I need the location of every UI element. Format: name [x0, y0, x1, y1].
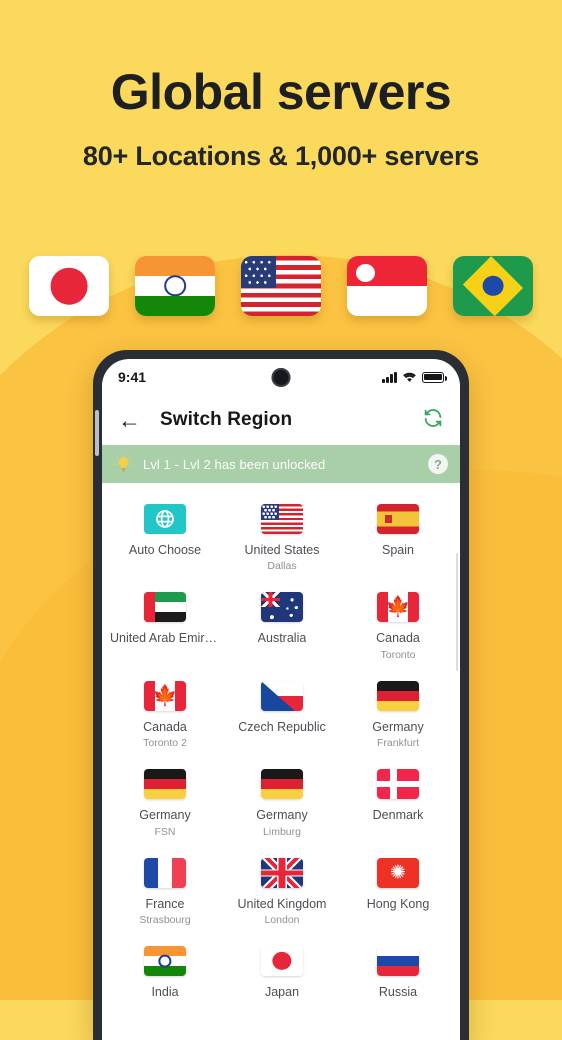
singapore-flag-icon [347, 256, 427, 316]
region-name: Japan [264, 984, 300, 999]
signal-bars-icon [382, 371, 397, 383]
japan-flag-icon [29, 256, 109, 316]
back-arrow-icon[interactable]: ← [118, 408, 148, 432]
brazil-flag-icon [453, 256, 533, 316]
region-item[interactable]: 🍁 Canada Toronto 2 [106, 672, 224, 760]
region-city: London [264, 913, 300, 926]
region-item[interactable]: 🍁 Canada Toronto [340, 583, 456, 671]
united-arab-emira--flag-icon [144, 592, 186, 623]
wifi-icon [403, 372, 416, 382]
region-name: Germany [256, 808, 308, 823]
united-states-flag-icon [261, 504, 303, 534]
region-item[interactable]: Germany Limburg [224, 760, 340, 848]
scrollbar[interactable] [455, 553, 458, 671]
region-city: Dallas [267, 560, 297, 573]
region-item[interactable]: India [106, 937, 224, 1025]
battery-full-icon [422, 371, 447, 383]
region-item[interactable]: Denmark [340, 760, 456, 848]
region-name: United Arab Emira… [110, 631, 220, 646]
app-bar: ← Switch Region [102, 395, 460, 445]
region-item[interactable]: Australia [224, 583, 340, 671]
united-kingdom-flag-icon [261, 857, 303, 888]
united-states-flag-icon [241, 256, 321, 316]
region-name: Hong Kong [366, 896, 430, 911]
region-name: United Kingdom [237, 896, 327, 911]
region-name: Canada [376, 631, 420, 646]
region-name: India [151, 984, 179, 999]
region-item[interactable]: Czech Republic [224, 672, 340, 760]
region-item[interactable]: Germany Frankfurt [340, 672, 456, 760]
region-city: Toronto [380, 648, 416, 661]
region-name: Czech Republic [238, 719, 326, 734]
status-indicators [382, 371, 447, 383]
help-icon[interactable]: ? [428, 454, 448, 474]
region-item[interactable]: Spain [340, 495, 456, 583]
front-camera-icon [271, 368, 291, 387]
denmark-flag-icon [377, 769, 419, 800]
france-flag-icon [144, 857, 186, 888]
czech-republic-flag-icon [261, 680, 303, 711]
region-name: Russia [378, 984, 418, 999]
region-city: Frankfurt [376, 737, 419, 750]
lightbulb-icon [114, 454, 133, 472]
region-item[interactable]: United Kingdom London [224, 849, 340, 937]
spain-flag-icon [377, 504, 419, 534]
region-name: Germany [372, 719, 424, 734]
status-bar: 9:41 [102, 359, 460, 395]
region-name: Spain [382, 543, 414, 557]
canada-flag-icon: 🍁 [144, 680, 186, 711]
status-time: 9:41 [118, 369, 147, 385]
page-subtitle: 80+ Locations & 1,000+ servers [82, 140, 480, 171]
region-name: France [145, 896, 185, 911]
hero-section: Global servers 80+ Locations & 1,000+ se… [0, 0, 562, 172]
japan-flag-icon [261, 945, 303, 976]
hero-flag-india [135, 256, 215, 316]
region-item[interactable]: Germany FSN [106, 760, 224, 848]
canada-flag-icon: 🍁 [377, 592, 419, 623]
region-item[interactable]: Auto Choose [106, 495, 224, 583]
region-name: Auto Choose [128, 543, 202, 557]
refresh-icon[interactable] [422, 407, 444, 434]
region-city: Strasbourg [139, 913, 191, 926]
region-city: Toronto 2 [143, 737, 187, 750]
region-item[interactable]: ✺ Hong Kong [340, 849, 456, 937]
region-name: Australia [257, 631, 307, 646]
india-flag-icon [144, 945, 186, 976]
russia-flag-icon [377, 945, 419, 976]
app-bar-title: Switch Region [160, 409, 293, 430]
region-item[interactable]: United Arab Emira… [106, 583, 224, 671]
region-name: United States [244, 543, 320, 557]
level-unlocked-banner[interactable]: Lvl 1 - Lvl 2 has been unlocked ? [102, 445, 460, 483]
hero-flag-japan [29, 256, 109, 316]
region-item[interactable]: France Strasbourg [106, 849, 224, 937]
india-flag-icon [135, 256, 215, 316]
australia-flag-icon [261, 592, 303, 623]
phone-screen: 9:41 ← Switch Region Lvl 1 - Lvl 2 has b… [102, 359, 460, 1040]
region-item[interactable]: Japan [224, 937, 340, 1025]
region-name: Canada [143, 719, 187, 734]
hero-flag-strip [0, 256, 562, 316]
region-name: Denmark [372, 808, 424, 823]
region-city: Limburg [263, 825, 301, 838]
region-item[interactable]: United States Dallas [224, 495, 340, 583]
globe-icon [144, 504, 186, 534]
hong-kong-flag-icon: ✺ [377, 857, 419, 888]
phone-mockup: 9:41 ← Switch Region Lvl 1 - Lvl 2 has b… [93, 350, 469, 1040]
hero-flag-singapore [347, 256, 427, 316]
germany-flag-icon [144, 769, 186, 800]
germany-flag-icon [377, 680, 419, 711]
hero-flag-united-states [241, 256, 321, 316]
hero-flag-brazil [453, 256, 533, 316]
region-item[interactable]: Russia [340, 937, 456, 1025]
region-list[interactable]: Auto Choose United States Dallas Spain Unite… [102, 483, 460, 1040]
region-name: Germany [139, 808, 191, 823]
germany-flag-icon [261, 769, 303, 800]
page-title: Global servers [110, 64, 452, 120]
banner-text: Lvl 1 - Lvl 2 has been unlocked [143, 456, 326, 472]
region-city: FSN [154, 825, 176, 838]
